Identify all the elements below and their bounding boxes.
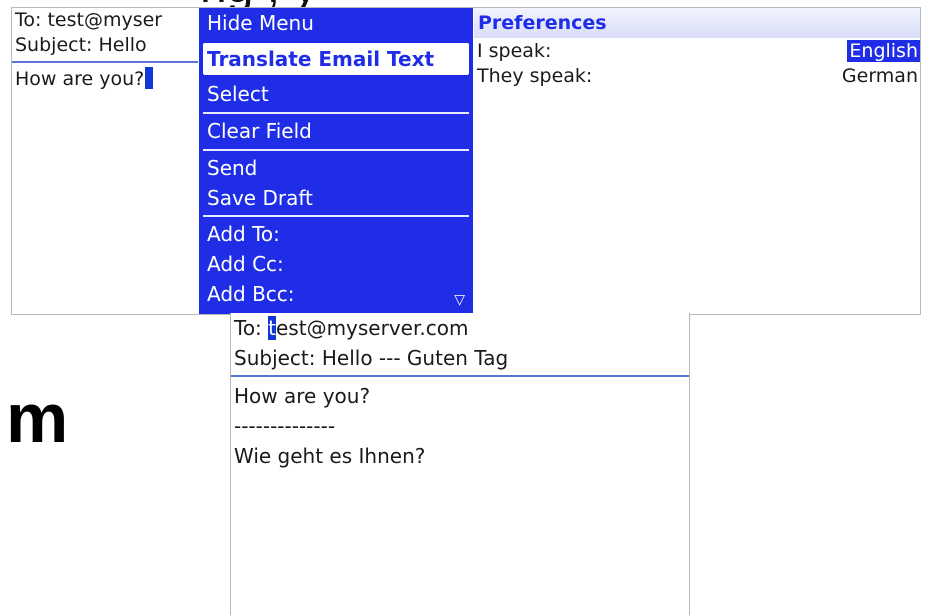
menu-item-hide-menu[interactable]: Hide Menu [199, 8, 473, 39]
scroll-down-icon[interactable]: ▽ [454, 292, 465, 308]
compose-screen-with-menu: To: test@myser Subject: Hello How are yo… [11, 7, 921, 315]
menu-item-translate-email-text[interactable]: Translate Email Text [203, 43, 469, 75]
cursor-highlight: t [268, 316, 276, 340]
i-speak-label: I speak: [477, 39, 552, 62]
translated-email-screen: To: test@myserver.com Subject: Hello ---… [230, 313, 690, 615]
body-text: How are you? [15, 68, 145, 90]
pref-row-i-speak[interactable]: I speak: English [474, 38, 920, 63]
menu-divider [203, 215, 469, 217]
menu-item-add-bcc[interactable]: Add Bcc: [199, 279, 473, 309]
menu-divider [203, 112, 469, 114]
subject-field[interactable]: Subject: Hello --- Guten Tag [231, 343, 689, 373]
compose-form: To: test@myser Subject: Hello How are yo… [12, 8, 198, 314]
to-label: To: [15, 9, 42, 31]
subject-field[interactable]: Subject: Hello [12, 33, 198, 58]
body-field[interactable]: How are you? [12, 67, 198, 92]
pref-row-they-speak[interactable]: They speak: German [474, 63, 920, 88]
body-separator: -------------- [234, 414, 336, 438]
to-value: est@myserver.com [276, 316, 469, 340]
menu-divider [203, 149, 469, 151]
menu-item-add-cc[interactable]: Add Cc: [199, 249, 473, 279]
menu-item-save-draft[interactable]: Save Draft [199, 183, 473, 213]
context-menu: Hide Menu Translate Email Text Select Cl… [199, 8, 473, 314]
to-value: test@myser [47, 9, 163, 31]
to-label: To: [234, 316, 262, 340]
menu-item-add-to[interactable]: Add To: [199, 219, 473, 249]
preferences-title: Preferences [474, 8, 920, 38]
subject-value: Hello [98, 34, 147, 56]
header-separator [12, 61, 198, 63]
subject-label: Subject: [234, 346, 316, 370]
to-field[interactable]: To: test@myser [12, 8, 198, 33]
body-translated[interactable]: Wie geht es Ihnen? [231, 441, 689, 471]
subject-value: Hello --- Guten Tag [321, 346, 509, 370]
header-separator [231, 375, 689, 377]
body-original[interactable]: How are you? [231, 381, 689, 411]
i-speak-select[interactable]: English [847, 39, 920, 62]
they-speak-select[interactable]: German [840, 65, 920, 87]
menu-item-clear-field[interactable]: Clear Field [199, 116, 473, 147]
they-speak-label: They speak: [477, 64, 593, 87]
to-field[interactable]: To: test@myserver.com [231, 313, 689, 343]
subject-label: Subject: [15, 34, 93, 56]
preferences-panel: Preferences I speak: English They speak:… [474, 8, 920, 314]
text-cursor [145, 67, 154, 89]
menu-item-select[interactable]: Select [199, 79, 473, 110]
menu-item-send[interactable]: Send [199, 153, 473, 183]
slide-partial-text: m [6, 379, 69, 457]
